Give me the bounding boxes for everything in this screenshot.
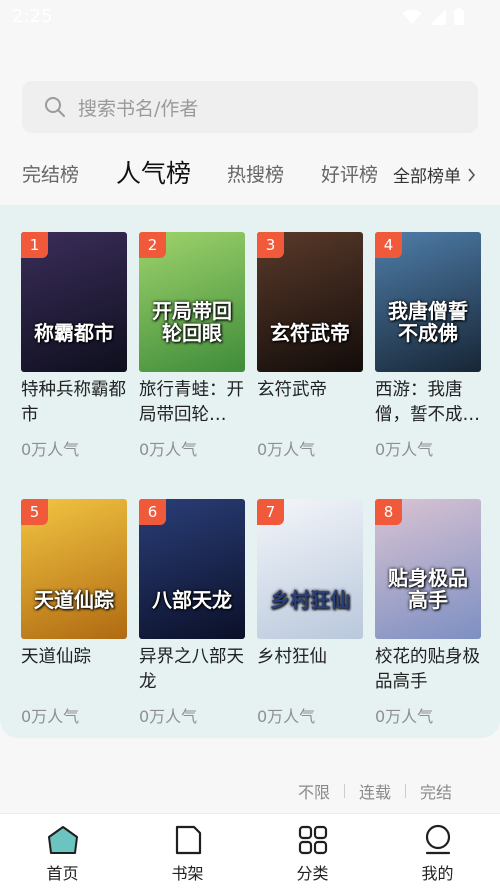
cover-title: 天道仙踪: [34, 588, 114, 612]
book-cover: 2 开局带回轮回眼: [139, 232, 245, 372]
category-icon: [298, 825, 328, 855]
ranking-panel: 1 称霸都市 特种兵称霸都市 0万人气 2 开局带回轮回眼 旅行青蛙：开局带回轮…: [0, 205, 500, 738]
book-title: 玄符武帝: [257, 380, 327, 400]
book-card[interactable]: 6 八部天龙 异界之八部天龙 0万人气: [139, 499, 245, 727]
book-popularity: 0万人气: [21, 440, 80, 459]
nav-bookshelf[interactable]: 书架: [125, 814, 250, 889]
cover-title: 乡村狂仙: [270, 588, 350, 612]
nav-home-label: 首页: [46, 864, 79, 883]
filter-all[interactable]: 不限: [298, 779, 330, 803]
book-card[interactable]: 5 天道仙踪 天道仙踪 0万人气: [21, 499, 127, 727]
book-popularity: 0万人气: [139, 440, 198, 459]
book-title: 天道仙踪: [21, 647, 91, 667]
book-cover: 5 天道仙踪: [21, 499, 127, 639]
book-popularity: 0万人气: [257, 440, 316, 459]
bottom-nav: 首页 书架 分类 我的: [0, 813, 500, 889]
ranking-tabs: 完结榜 人气榜 热搜榜 好评榜 全部榜单: [0, 150, 500, 200]
book-popularity: 0万人气: [139, 707, 198, 726]
rank-badge: 3: [257, 232, 284, 258]
nav-home[interactable]: 首页: [0, 814, 125, 889]
book-card[interactable]: 8 贴身极品高手 校花的贴身极品高手 0万人气: [375, 499, 481, 727]
cover-title: 玄符武帝: [270, 321, 350, 345]
search-placeholder: 搜索书名/作者: [78, 98, 199, 120]
cover-title: 贴身极品高手: [388, 566, 468, 612]
book-cover: 3 玄符武帝: [257, 232, 363, 372]
nav-category[interactable]: 分类: [250, 814, 375, 889]
profile-icon: [425, 824, 451, 855]
book-card[interactable]: 3 玄符武帝 玄符武帝 0万人气: [257, 232, 363, 460]
cover-title: 我唐僧誓不成佛: [388, 299, 468, 345]
status-time: 2:25: [12, 6, 53, 27]
book-popularity: 0万人气: [375, 440, 434, 459]
rank-badge: 7: [257, 499, 284, 525]
search-bar[interactable]: 搜索书名/作者: [22, 81, 478, 133]
filter-completed[interactable]: 完结: [420, 779, 452, 803]
rank-badge: 5: [21, 499, 48, 525]
all-lists-label: 全部榜单: [393, 167, 461, 187]
rank-badge: 4: [375, 232, 402, 258]
rank-badge: 8: [375, 499, 402, 525]
nav-category-label: 分类: [296, 864, 329, 883]
rank-badge: 1: [21, 232, 48, 258]
status-bar: 2:25: [0, 0, 500, 34]
divider: [343, 784, 345, 798]
tab-completed[interactable]: 完结榜: [22, 160, 79, 187]
book-card[interactable]: 4 我唐僧誓不成佛 西游：我唐僧，誓不成… 0万人气: [375, 232, 481, 460]
cover-title: 八部天龙: [152, 588, 232, 612]
divider: [404, 784, 406, 798]
wifi-icon: [402, 9, 422, 24]
chevron-right-icon: [468, 167, 476, 182]
nav-profile[interactable]: 我的: [375, 814, 500, 889]
battery-icon: [454, 8, 464, 25]
tab-popular[interactable]: 人气榜: [116, 154, 191, 190]
cover-title: 开局带回轮回眼: [152, 299, 232, 345]
book-card[interactable]: 1 称霸都市 特种兵称霸都市 0万人气: [21, 232, 127, 460]
book-popularity: 0万人气: [257, 707, 316, 726]
book-cover: 6 八部天龙: [139, 499, 245, 639]
status-filter: 不限 连载 完结: [298, 779, 452, 803]
book-popularity: 0万人气: [21, 707, 80, 726]
bookshelf-icon: [175, 825, 202, 855]
book-title: 异界之八部天龙: [139, 647, 244, 692]
book-title: 西游：我唐僧，誓不成…: [375, 380, 480, 425]
book-cover: 1 称霸都市: [21, 232, 127, 372]
nav-profile-label: 我的: [421, 864, 454, 883]
tab-top-rated[interactable]: 好评榜: [321, 160, 378, 187]
signal-icon: [430, 8, 446, 25]
home-icon: [48, 826, 78, 854]
rank-badge: 6: [139, 499, 166, 525]
tab-hot-search[interactable]: 热搜榜: [227, 160, 284, 187]
book-card[interactable]: 2 开局带回轮回眼 旅行青蛙：开局带回轮… 0万人气: [139, 232, 245, 460]
book-cover: 8 贴身极品高手: [375, 499, 481, 639]
book-popularity: 0万人气: [375, 707, 434, 726]
book-cover: 7 乡村狂仙: [257, 499, 363, 639]
book-cover: 4 我唐僧誓不成佛: [375, 232, 481, 372]
nav-bookshelf-label: 书架: [171, 864, 204, 883]
book-title: 乡村狂仙: [257, 647, 327, 667]
rank-badge: 2: [139, 232, 166, 258]
cover-title: 称霸都市: [34, 321, 114, 345]
filter-ongoing[interactable]: 连载: [359, 779, 391, 803]
book-card[interactable]: 7 乡村狂仙 乡村狂仙 0万人气: [257, 499, 363, 727]
search-icon: [45, 97, 65, 117]
book-title: 特种兵称霸都市: [21, 380, 126, 425]
book-title: 旅行青蛙：开局带回轮…: [139, 380, 244, 425]
book-title: 校花的贴身极品高手: [375, 647, 480, 692]
all-lists-link[interactable]: 全部榜单: [393, 162, 476, 187]
